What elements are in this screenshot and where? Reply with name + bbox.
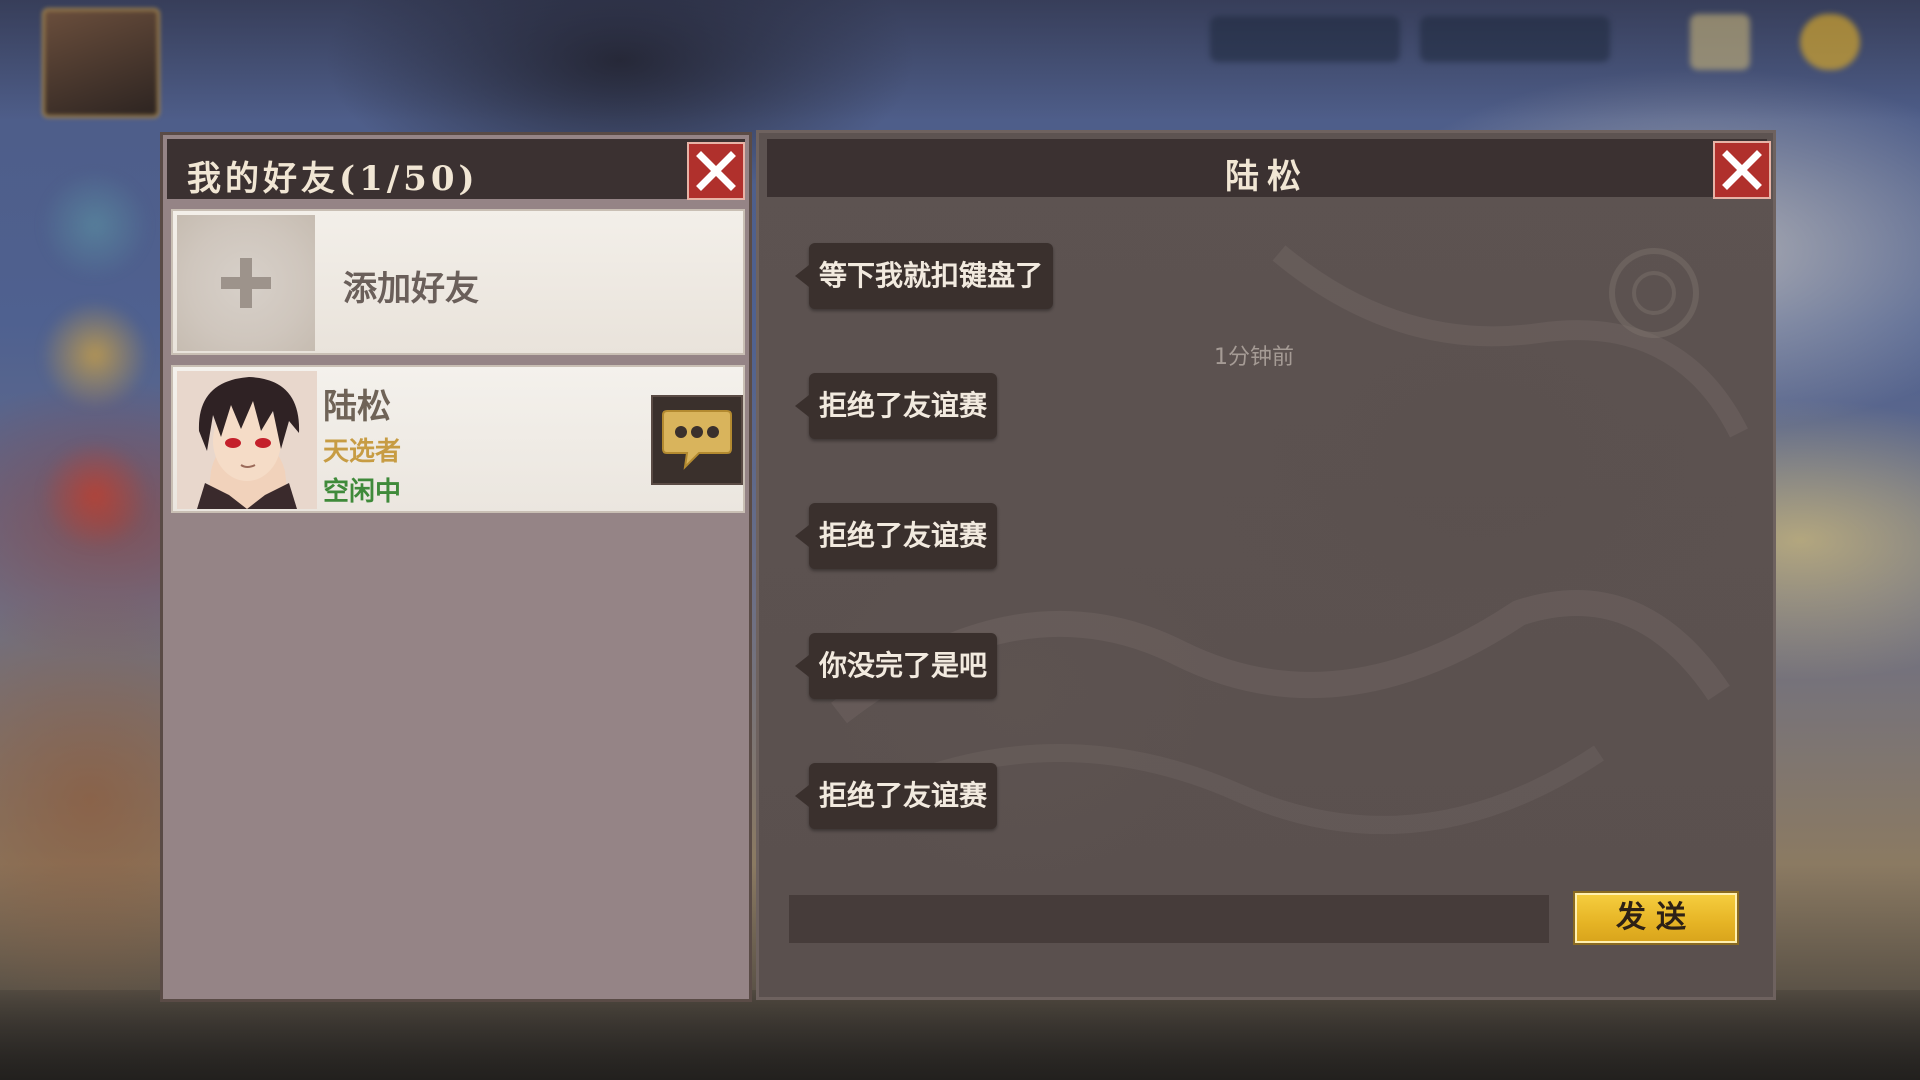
friend-title-label: 天选者 — [323, 437, 402, 467]
add-friend-button[interactable]: 添加好友 — [171, 209, 745, 355]
close-icon — [1722, 150, 1762, 190]
background-player-avatar — [42, 8, 160, 118]
friends-header: 我的好友(1/50) — [167, 139, 745, 200]
plus-icon — [221, 258, 271, 308]
chat-message: 拒绝了友谊赛 — [794, 373, 998, 439]
message-timestamp: 1分钟前 — [1214, 345, 1294, 370]
background-menu-icon — [40, 300, 150, 410]
background-currency-bar — [1420, 16, 1610, 62]
add-friend-label: 添加好友 — [343, 269, 479, 309]
chat-bubble-icon — [662, 410, 732, 470]
chat-message: 你没完了是吧 — [794, 633, 998, 699]
friends-panel: 我的好友(1/50) 添加好友 陆松 天选者 空闲中 — [160, 132, 752, 1002]
background-menu-icon — [40, 440, 150, 550]
chat-message: 等下我就扣键盘了 — [794, 243, 1054, 309]
chat-close-button[interactable] — [1713, 141, 1771, 199]
background-mail-icon — [1690, 14, 1750, 70]
friend-avatar — [177, 371, 317, 509]
chat-message: 拒绝了友谊赛 — [794, 503, 998, 569]
chat-header: 陆松 — [767, 139, 1767, 197]
background-hud-bottom — [0, 990, 1920, 1080]
open-chat-button[interactable] — [651, 395, 743, 485]
add-friend-icon-box — [177, 215, 315, 351]
chat-message: 拒绝了友谊赛 — [794, 763, 998, 829]
friends-close-button[interactable] — [687, 142, 745, 200]
chat-background-pattern — [831, 245, 1748, 834]
chat-title: 陆松 — [1225, 157, 1309, 197]
friend-status-label: 空闲中 — [323, 477, 402, 507]
chat-panel: 陆松 等下我就扣键盘了 1分钟前 拒绝了友谊赛 拒绝了友谊赛 你没完了是吧 拒绝… — [756, 130, 1776, 1000]
chat-message-input[interactable] — [789, 895, 1549, 943]
background-hud-top — [0, 0, 1920, 120]
friend-list-item[interactable]: 陆松 天选者 空闲中 — [171, 365, 745, 513]
friends-panel-title: 我的好友(1/50) — [187, 159, 479, 199]
close-icon — [696, 151, 736, 191]
friend-name: 陆松 — [323, 387, 391, 427]
background-currency-bar — [1210, 16, 1400, 62]
background-settings-icon — [1800, 14, 1860, 70]
background-menu-icon — [40, 170, 150, 280]
send-button[interactable]: 发送 — [1575, 893, 1737, 943]
friend-portrait-icon — [177, 371, 317, 509]
